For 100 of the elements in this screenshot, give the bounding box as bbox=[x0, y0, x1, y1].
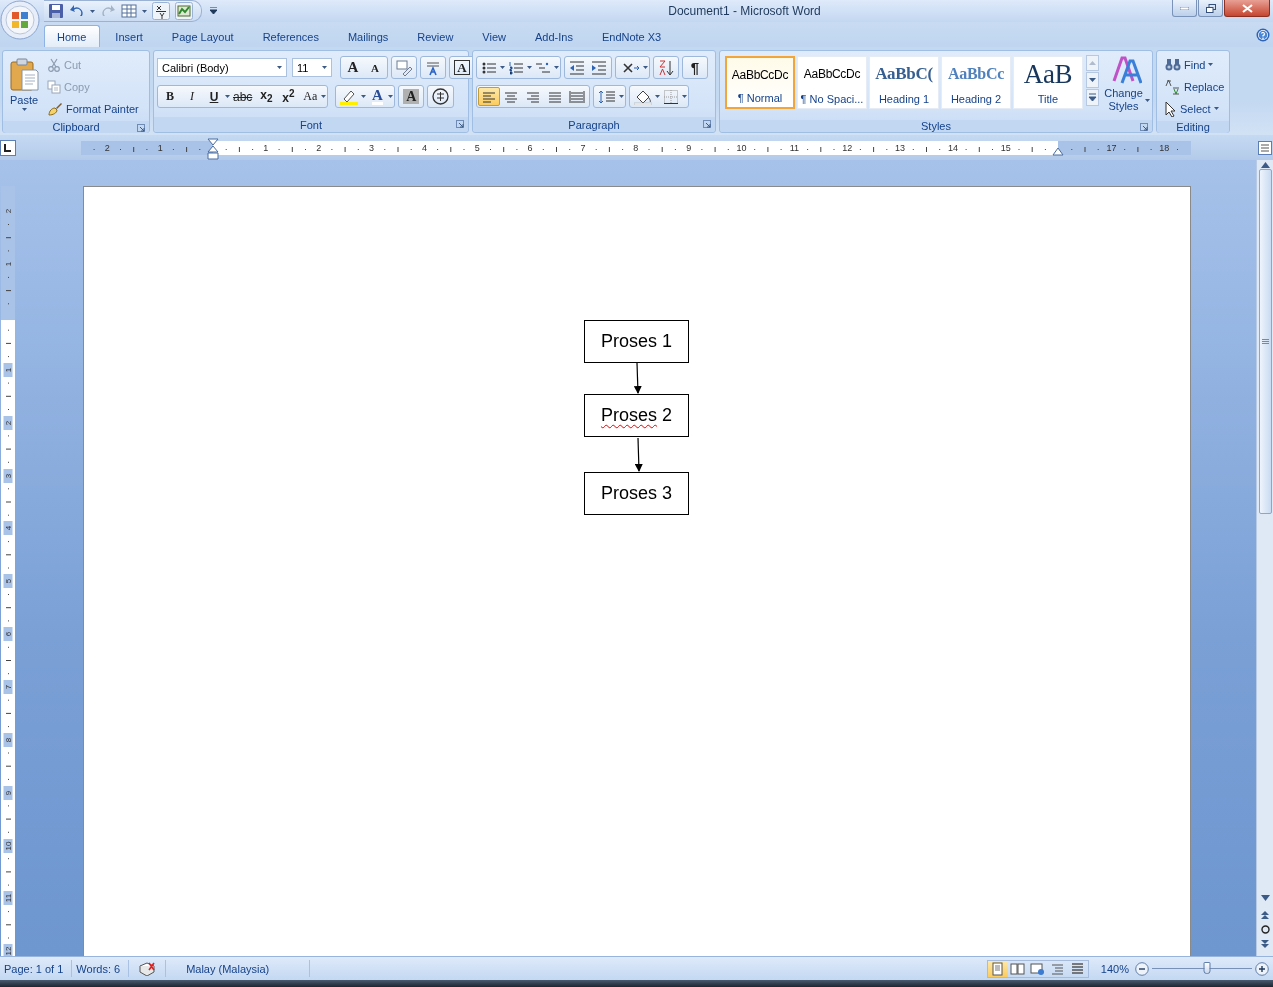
superscript-button[interactable]: x$^{2}$ bbox=[277, 87, 300, 106]
language-status[interactable]: Malay (Malaysia) bbox=[166, 960, 311, 977]
shrink-font-button[interactable]: A bbox=[364, 58, 386, 77]
ruler-number: 11 bbox=[3, 891, 13, 906]
style-swatch[interactable]: AaBbCcDc ¶ Normal bbox=[725, 56, 795, 109]
window-title: Document1 - Microsoft Word bbox=[668, 4, 821, 18]
ruler-number: 1 bbox=[3, 362, 13, 377]
undo-caret-icon bbox=[90, 9, 95, 13]
ribbon-tab[interactable]: Mailings bbox=[334, 26, 403, 47]
dialog-launcher-icon[interactable] bbox=[456, 120, 464, 128]
pointer-icon bbox=[1165, 100, 1177, 117]
ribbon-tab[interactable]: Insert bbox=[102, 26, 157, 47]
outline-view-icon bbox=[1050, 961, 1066, 976]
binoculars-icon bbox=[1165, 57, 1181, 72]
indent-marker-icon[interactable] bbox=[207, 137, 219, 160]
align-distributed-icon bbox=[569, 89, 585, 104]
subscript-button[interactable]: x$_{2}$ bbox=[255, 87, 278, 106]
change-case-button[interactable]: Aa bbox=[299, 87, 322, 106]
bullets-icon bbox=[481, 60, 497, 75]
ribbon-tab[interactable]: References bbox=[249, 26, 333, 47]
help-icon[interactable] bbox=[1256, 27, 1270, 42]
table-caret-icon bbox=[142, 9, 147, 13]
maximize-button[interactable] bbox=[1198, 0, 1223, 17]
multilevel-list-icon bbox=[535, 60, 551, 75]
zoom-out-button[interactable] bbox=[1135, 961, 1149, 976]
replace-button[interactable]: Replace bbox=[1162, 77, 1228, 96]
caret-icon bbox=[321, 95, 327, 98]
style-swatch[interactable]: AaBbCcDc ¶ No Spaci... bbox=[797, 56, 867, 109]
character-border-button[interactable]: A bbox=[451, 58, 473, 77]
ribbon-tab[interactable]: View bbox=[469, 26, 520, 47]
change-styles-button[interactable]: Change Styles bbox=[1102, 54, 1152, 117]
right-indent-marker-icon[interactable] bbox=[1052, 146, 1064, 156]
save-icon[interactable] bbox=[48, 3, 64, 19]
caret-icon bbox=[1213, 107, 1219, 110]
zoom-level[interactable]: 140% bbox=[1100, 962, 1129, 975]
borders-icon bbox=[664, 89, 678, 104]
ribbon-tab[interactable]: Review bbox=[404, 26, 468, 47]
style-swatch[interactable]: AaB Title bbox=[1013, 56, 1083, 109]
table-icon[interactable] bbox=[121, 3, 137, 19]
bold-button[interactable]: B bbox=[159, 87, 181, 106]
caret-icon bbox=[1144, 98, 1150, 102]
caret-icon bbox=[682, 95, 687, 98]
show-marks-button[interactable]: ¶ bbox=[684, 58, 706, 77]
underline-button[interactable]: U bbox=[203, 87, 225, 106]
font-size-field[interactable]: 11 bbox=[292, 58, 332, 77]
customize-caret-icon[interactable] bbox=[210, 7, 217, 15]
ruler-number: 11 bbox=[788, 141, 801, 155]
vertical-scrollbar[interactable] bbox=[1256, 160, 1273, 956]
dialog-launcher-icon[interactable] bbox=[703, 120, 711, 128]
slider-thumb[interactable] bbox=[1203, 962, 1211, 974]
web-view-icon bbox=[1030, 961, 1046, 976]
gallery-more-button[interactable] bbox=[1086, 89, 1099, 106]
undo-icon[interactable] bbox=[69, 3, 85, 19]
view-button[interactable] bbox=[987, 960, 1008, 977]
select-button[interactable]: Select bbox=[1162, 99, 1228, 118]
tab-selector-icon[interactable] bbox=[0, 139, 16, 156]
find-button[interactable]: Find bbox=[1162, 55, 1228, 74]
ribbon-tab[interactable]: Add-Ins bbox=[522, 26, 587, 47]
caret-icon bbox=[1208, 63, 1214, 66]
browse-object-icon[interactable] bbox=[1260, 925, 1270, 934]
view-button[interactable] bbox=[1007, 960, 1028, 977]
style-swatch[interactable]: AaBbC( Heading 1 bbox=[869, 56, 939, 109]
restore-icon bbox=[1205, 3, 1216, 13]
ruler-number: 2 bbox=[103, 141, 111, 155]
strikethrough-button[interactable]: abc bbox=[230, 87, 256, 106]
caret-icon bbox=[388, 95, 394, 98]
next-page-icon[interactable] bbox=[1261, 940, 1269, 948]
equation-icon[interactable] bbox=[152, 2, 170, 20]
text-direction-icon bbox=[620, 60, 640, 75]
ribbon-tab[interactable]: Page Layout bbox=[158, 26, 248, 47]
dialog-launcher-icon[interactable] bbox=[137, 124, 145, 132]
ribbon-tab[interactable]: Home bbox=[44, 25, 101, 47]
dialog-launcher-icon[interactable] bbox=[1140, 123, 1148, 131]
previous-page-icon[interactable] bbox=[1261, 911, 1269, 919]
ruler-number: 3 bbox=[368, 141, 376, 155]
font-color-button[interactable]: A bbox=[366, 87, 389, 106]
paste-button[interactable]: Paste bbox=[6, 54, 42, 118]
italic-button[interactable]: I bbox=[181, 87, 203, 106]
vertical-ruler[interactable]: 2 1 1 2 3 4 5 6 7 8 9 10 11 12 bbox=[1, 186, 15, 956]
view-ruler-icon[interactable] bbox=[1258, 140, 1272, 155]
word-count[interactable]: Words: 6 bbox=[72, 960, 130, 977]
paste-caret-icon bbox=[21, 108, 27, 111]
format-painter-button[interactable]: Format Painter bbox=[44, 99, 142, 118]
scroll-down-icon[interactable] bbox=[1260, 895, 1270, 901]
align-right-icon bbox=[525, 89, 541, 104]
scroll-thumb[interactable] bbox=[1258, 169, 1272, 514]
font-name-field[interactable]: Calibri (Body) bbox=[157, 58, 287, 77]
style-swatch[interactable]: AaBbCc Heading 2 bbox=[941, 56, 1011, 109]
chart-icon[interactable] bbox=[175, 2, 193, 20]
align-left-button[interactable] bbox=[478, 87, 500, 106]
grow-font-button[interactable]: A bbox=[342, 58, 364, 77]
page-count[interactable]: Page: 1 of 1 bbox=[0, 960, 73, 977]
ribbon-tab[interactable]: EndNote X3 bbox=[588, 26, 676, 47]
zoom-slider[interactable] bbox=[1152, 962, 1252, 975]
ruler-number: 13 bbox=[894, 141, 907, 155]
zoom-in-button[interactable] bbox=[1255, 961, 1269, 976]
gallery-down-button[interactable] bbox=[1086, 72, 1099, 88]
close-button[interactable] bbox=[1224, 0, 1270, 17]
ruler-number: 12 bbox=[841, 141, 854, 155]
ruler-number: 2 bbox=[315, 141, 323, 155]
